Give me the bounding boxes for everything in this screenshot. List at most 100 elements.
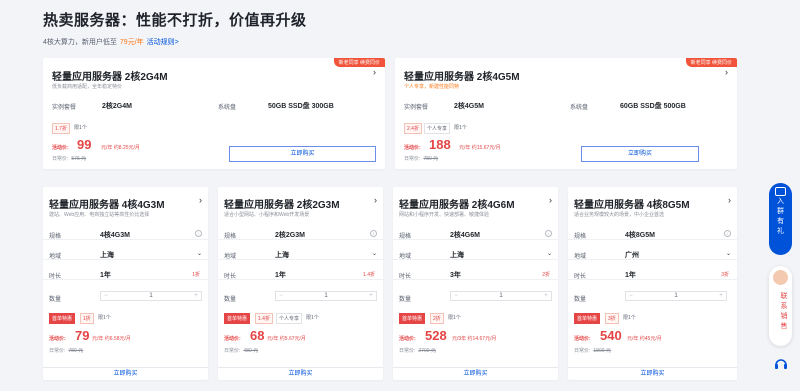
product-card-2c2g3m[interactable]: 轻量应用服务器 2核2G3M › 适合小型网站、小程序和Web开发场景 规格 2核… (218, 187, 383, 380)
contact-sales-button[interactable]: 联系销售 (769, 266, 792, 346)
chat-icon (775, 187, 786, 196)
qty-label: 数量 (574, 297, 587, 303)
duration-select[interactable]: 时长 3年 2折 (393, 268, 558, 280)
join-group-label: 入群有礼 (777, 198, 784, 235)
spec-value: 2核4G5M (454, 103, 484, 110)
duration-select[interactable]: 时长 1年 1折 (43, 268, 208, 280)
chevron-down-icon: ⌄ (725, 251, 731, 257)
chevron-down-icon: ⌄ (196, 251, 202, 257)
chevron-right-icon[interactable]: › (728, 195, 731, 205)
spec-row: 规格 4核8G5M i (568, 228, 737, 240)
buy-button[interactable]: 立即购买 (581, 146, 699, 162)
region-select[interactable]: 地域 上海 ⌄ (393, 248, 558, 260)
qty-label: 数量 (224, 297, 237, 303)
chevron-right-icon[interactable]: › (373, 67, 376, 77)
disk-label: 系统盘 (218, 105, 237, 111)
plus-icon: + (544, 293, 548, 299)
page-header: 热卖服务器：性能不打折，价值再升级 4核大算力，新用户低至 79元/年 活动规则> (43, 9, 307, 47)
plus-icon: + (369, 293, 373, 299)
disk-value: 50GB SSD盘 300GB (268, 103, 334, 110)
quantity-stepper[interactable]: −1 + (450, 291, 552, 301)
price-unit: 元/年 约8.25元/月 (101, 145, 140, 151)
discount-badge: 1.4折 (255, 313, 273, 324)
card-title: 轻量应用服务器 2核2G4M (52, 72, 168, 83)
price-label: 活动价: (399, 336, 416, 342)
spec-row: 规格 4核4G3M i (43, 228, 208, 240)
buy-button[interactable]: 立即购买 (229, 146, 376, 162)
qty-limit: 限1个 (306, 315, 319, 321)
product-card-4c4g3m[interactable]: 轻量应用服务器 4核4G3M › 建站、Web应用、电商独立站等高性价比选择 规… (43, 187, 208, 380)
product-card-2c4g6m[interactable]: 轻量应用服务器 2核4G6M › 网站和小程序开发、快速部署、敏捷体验 规格 2核… (393, 187, 558, 380)
card-title: 轻量应用服务器 2核2G3M (224, 200, 340, 211)
contact-sales-label: 联系销售 (780, 293, 788, 330)
avatar (771, 268, 790, 287)
personal-badge: 个人专享 (424, 123, 451, 134)
info-icon: i (545, 230, 552, 237)
region-select[interactable]: 地域 上海 ⌄ (43, 248, 208, 260)
price: 99 (77, 137, 92, 152)
chevron-down-icon: ⌄ (546, 251, 552, 257)
card-desc: 适合业务规模较大的场景，中小企业首选 (574, 212, 665, 218)
qty-limit: 限1个 (98, 315, 111, 321)
duration-select[interactable]: 时长 1年 1.4折 (218, 268, 383, 280)
chevron-right-icon[interactable]: › (549, 195, 552, 205)
subtitle-price: 79元/年 (119, 39, 144, 46)
quantity-stepper[interactable]: −1 + (275, 291, 377, 301)
buy-button[interactable]: 立即购买 (568, 367, 737, 380)
chevron-right-icon[interactable]: › (374, 195, 377, 205)
qty-limit: 限1个 (74, 125, 87, 131)
discount-badge: 1.7折 (52, 123, 70, 134)
buy-button[interactable]: 立即购买 (218, 367, 383, 380)
qty-limit: 限1个 (448, 315, 461, 321)
first-order-badge: 首单特惠 (224, 313, 251, 324)
chevron-right-icon[interactable]: › (199, 195, 202, 205)
card-desc: 个人专享，新建性能同特 (404, 84, 460, 90)
price-unit: 元/3年 约14.67元/月 (452, 336, 497, 342)
original-price: 日常价: 480 元 (224, 348, 259, 354)
join-group-button[interactable]: 入群有礼 (769, 183, 792, 255)
chevron-down-icon: ⌄ (371, 251, 377, 257)
plus-icon: + (194, 293, 198, 299)
page-title: 热卖服务器：性能不打折，价值再升级 (43, 12, 307, 29)
price: 79 (75, 328, 90, 343)
spec-label: 实例套餐 (404, 105, 429, 111)
info-icon: i (195, 230, 202, 237)
price: 528 (425, 328, 447, 343)
qty-limit: 限1个 (623, 315, 636, 321)
activity-rules-link[interactable]: 活动规则> (147, 39, 179, 46)
promo-tag: 新老同享 续费同价 (333, 58, 385, 67)
buy-button[interactable]: 立即购买 (393, 367, 558, 380)
first-order-badge: 首单特惠 (49, 313, 76, 324)
card-title: 轻量应用服务器 2核4G6M (399, 200, 515, 211)
discount-badge: 3折 (605, 313, 619, 324)
spec-label: 实例套餐 (52, 105, 77, 111)
duration-select[interactable]: 时长 1年 3折 (568, 268, 737, 280)
card-desc: 建站、Web应用、电商独立站等高性价比选择 (49, 212, 150, 218)
spec-row: 规格 2核2G3M i (218, 228, 383, 240)
first-order-badge: 首单特惠 (574, 313, 601, 324)
price: 540 (600, 328, 622, 343)
quantity-stepper[interactable]: −1 + (100, 291, 202, 301)
region-select[interactable]: 地域 上海 ⌄ (218, 248, 383, 260)
original-price: 日常价: 2700 元 (399, 348, 436, 354)
quantity-stepper[interactable]: −1 + (625, 291, 727, 301)
region-select[interactable]: 地域 广州 ⌄ (568, 248, 737, 260)
card-desc: 低负载商用适配，全年稳定特价 (52, 84, 123, 90)
product-card-2c4g5m[interactable]: 新老同享 续费同价 轻量应用服务器 2核4G5M › 个人专享，新建性能同特 实… (395, 58, 737, 169)
price-label: 活动价: (49, 336, 66, 342)
minus-icon: − (454, 293, 458, 299)
price-unit: 元/年 约5.67元/月 (267, 336, 306, 342)
product-card-4c8g5m[interactable]: 轻量应用服务器 4核8G5M › 适合业务规模较大的场景，中小企业首选 规格 4核… (568, 187, 737, 380)
chevron-right-icon[interactable]: › (725, 67, 728, 77)
price: 188 (429, 137, 451, 152)
original-price: 日常价: 1800 元 (574, 348, 611, 354)
buy-button[interactable]: 立即购买 (43, 367, 208, 380)
headset-icon[interactable] (774, 358, 788, 370)
price-label: 活动价: (52, 145, 69, 151)
card-desc: 网站和小程序开发、快速部署、敏捷体验 (399, 212, 490, 218)
original-price: 日常价: 576 元 (52, 156, 87, 162)
first-order-badge: 首单特惠 (399, 313, 426, 324)
price-label: 活动价: (404, 145, 421, 151)
product-card-2c2g4m[interactable]: 新老同享 续费同价 轻量应用服务器 2核2G4M › 低负载商用适配，全年稳定特… (43, 58, 385, 169)
discount-badge: 2折 (430, 313, 444, 324)
